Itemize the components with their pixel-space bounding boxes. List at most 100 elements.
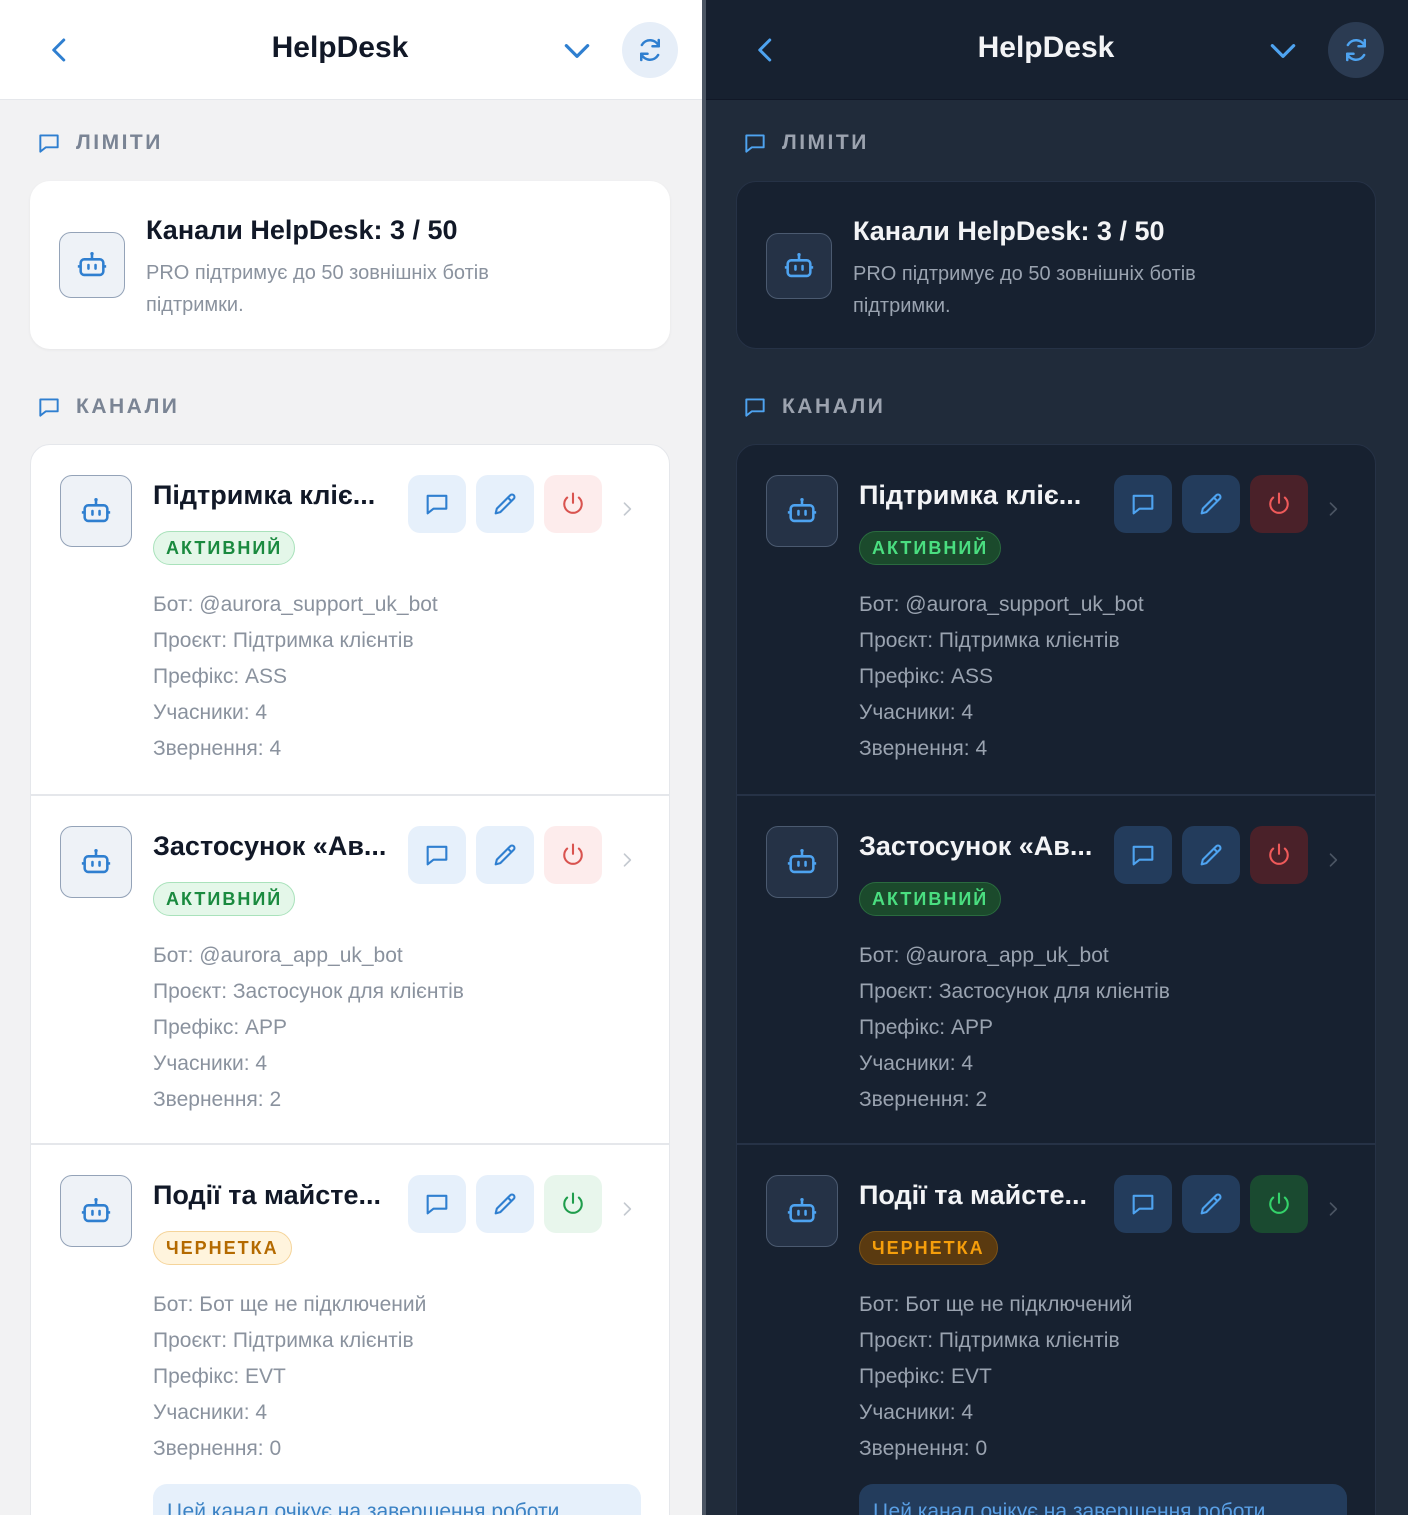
- channel-members: Учасники: 4: [153, 1052, 268, 1075]
- edit-button[interactable]: [476, 826, 534, 884]
- deactivate-button[interactable]: [544, 475, 602, 533]
- open-chat-button[interactable]: [408, 826, 466, 884]
- power-icon: [559, 841, 587, 869]
- pencil-icon: [491, 490, 519, 518]
- bot-avatar: [60, 1175, 132, 1247]
- channel-card[interactable]: Події та майсте... ЧЕРНЕТКА Бот: Бот ще …: [31, 1143, 669, 1492]
- channel-project: Проєкт: Застосунок для клієнтів: [153, 980, 464, 1003]
- channel-members: Учасники: 4: [858, 1052, 974, 1075]
- channel-name: Підтримка клiє...: [153, 480, 376, 510]
- channel-requests: Звернення: 2: [153, 1088, 282, 1111]
- chevron-right-icon[interactable]: [617, 497, 637, 521]
- channel-bot: Бот: Бот ще не підключений: [153, 1293, 427, 1316]
- open-chat-button[interactable]: [1113, 475, 1172, 533]
- edit-button[interactable]: [476, 1175, 534, 1233]
- edit-button[interactable]: [1181, 475, 1240, 533]
- bot-icon: [75, 248, 109, 282]
- channel-name: Події та майсте...: [153, 1180, 382, 1210]
- power-icon: [559, 490, 587, 518]
- dark-theme-panel: HelpDesk ЛІМІТИ Канали HelpDesk: 3 / 50 …: [705, 0, 1408, 1515]
- chevron-down-icon: [1267, 35, 1299, 67]
- open-chat-button[interactable]: [1113, 826, 1172, 884]
- open-chat-button[interactable]: [408, 475, 466, 533]
- deactivate-button[interactable]: [1249, 475, 1308, 533]
- bot-icon: [785, 845, 819, 879]
- power-icon: [1265, 841, 1293, 869]
- channel-card[interactable]: Підтримка клiє... АКТИВНИЙ Бот: @aurora_…: [737, 445, 1375, 794]
- pencil-icon: [491, 841, 519, 869]
- chevron-right-icon[interactable]: [1323, 848, 1343, 872]
- collapse-button[interactable]: [1262, 30, 1304, 72]
- open-chat-button[interactable]: [408, 1175, 466, 1233]
- channel-members: Учасники: 4: [153, 1401, 268, 1424]
- bot-icon: [79, 845, 113, 879]
- deactivate-button[interactable]: [544, 826, 602, 884]
- bot-icon: [785, 494, 819, 528]
- message-square-icon: [1129, 1190, 1157, 1218]
- status-badge: АКТИВНИЙ: [153, 882, 296, 916]
- channel-card[interactable]: Події та майсте... ЧЕРНЕТКА Бот: Бот ще …: [736, 1143, 1375, 1492]
- activate-button[interactable]: [1249, 1175, 1308, 1233]
- status-badge: АКТИВНИЙ: [153, 531, 296, 565]
- light-theme-panel: HelpDesk ЛІМІТИ Канали HelpDesk: 3 / 50 …: [0, 0, 702, 1515]
- edit-button[interactable]: [1181, 826, 1240, 884]
- channel-requests: Звернення: 4: [153, 737, 282, 760]
- collapse-button[interactable]: [556, 30, 598, 72]
- chevron-right-icon[interactable]: [617, 848, 637, 872]
- refresh-icon: [1341, 35, 1371, 65]
- channel-project: Проєкт: Застосунок для клієнтів: [858, 980, 1170, 1003]
- chevron-right-icon[interactable]: [617, 1197, 637, 1221]
- chevron-right-icon[interactable]: [1323, 497, 1343, 521]
- message-square-icon: [742, 394, 768, 420]
- status-badge: АКТИВНИЙ: [858, 882, 1002, 916]
- channel-prefix: Префікс: ASS: [858, 665, 993, 688]
- channel-details: Бот: @aurora_app_uk_bot Проєкт: Застосун…: [859, 938, 1170, 1118]
- channel-name: Події та майсте...: [858, 1180, 1087, 1210]
- status-badge: ЧЕРНЕТКА: [153, 1231, 292, 1265]
- chevron-right-icon[interactable]: [1323, 1197, 1343, 1221]
- channel-card[interactable]: Застосунок «Ав... АКТИВНИЙ Бот: @aurora_…: [31, 794, 669, 1143]
- channel-requests: Звернення: 0: [858, 1437, 988, 1460]
- message-square-icon: [36, 130, 62, 156]
- channel-members: Учасники: 4: [858, 1401, 974, 1424]
- message-square-icon: [423, 1190, 451, 1218]
- channel-bot: Бот: @aurora_app_uk_bot: [858, 944, 1109, 967]
- message-square-icon: [36, 394, 62, 420]
- channel-details: Бот: @aurora_support_uk_bot Проєкт: Підт…: [153, 587, 438, 767]
- channel-details: Бот: Бот ще не підключений Проєкт: Підтр…: [859, 1287, 1132, 1467]
- message-square-icon: [423, 490, 451, 518]
- channel-prefix: Префікс: APP: [858, 1016, 993, 1039]
- bot-avatar: [765, 475, 838, 547]
- channels-section-label: КАНАЛИ: [742, 394, 885, 420]
- channel-card[interactable]: Застосунок «Ав... АКТИВНИЙ Бот: @aurora_…: [736, 794, 1375, 1143]
- power-icon: [1265, 490, 1293, 518]
- bot-avatar: [765, 233, 832, 299]
- bot-icon: [79, 1194, 113, 1228]
- message-square-icon: [742, 130, 768, 156]
- refresh-button[interactable]: [622, 22, 678, 78]
- limits-description: PRO підтримує до 50 зовнішніх ботів підт…: [852, 263, 1196, 317]
- pencil-icon: [1197, 1190, 1225, 1218]
- bot-avatar: [60, 826, 132, 898]
- channel-requests: Звернення: 0: [153, 1437, 282, 1460]
- deactivate-button[interactable]: [1249, 826, 1308, 884]
- pencil-icon: [1197, 490, 1225, 518]
- channel-card[interactable]: Підтримка клiє... АКТИВНИЙ Бот: @aurora_…: [31, 445, 669, 794]
- status-badge: АКТИВНИЙ: [858, 531, 1002, 565]
- channel-bot: Бот: @aurora_app_uk_bot: [153, 944, 403, 967]
- bot-icon: [79, 494, 113, 528]
- open-chat-button[interactable]: [1113, 1175, 1172, 1233]
- message-square-icon: [1129, 841, 1157, 869]
- limits-title: Канали HelpDesk: 3 / 50: [852, 216, 1165, 246]
- message-square-icon: [423, 841, 451, 869]
- edit-button[interactable]: [476, 475, 534, 533]
- edit-button[interactable]: [1181, 1175, 1240, 1233]
- activate-button[interactable]: [544, 1175, 602, 1233]
- refresh-button[interactable]: [1327, 22, 1384, 78]
- app-header: HelpDesk: [705, 0, 1408, 100]
- channel-prefix: Префікс: ASS: [153, 665, 288, 688]
- channel-name: Застосунок «Ав...: [153, 831, 387, 861]
- channel-bot: Бот: Бот ще не підключений: [858, 1293, 1133, 1316]
- channel-project: Проєкт: Підтримка клієнтів: [153, 629, 414, 652]
- limits-card: Канали HelpDesk: 3 / 50 PRO підтримує до…: [735, 181, 1376, 349]
